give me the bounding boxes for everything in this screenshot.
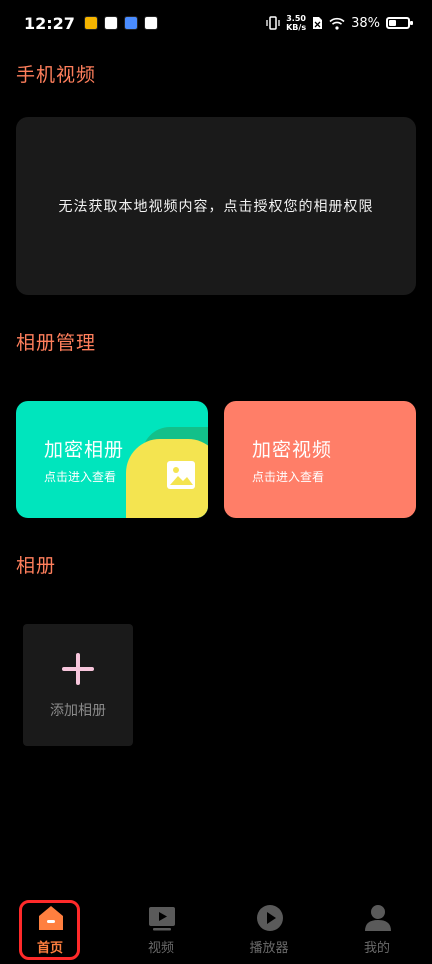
section-title-phone-videos: 手机视频: [16, 64, 97, 86]
network-speed-value: 3.50: [286, 14, 306, 23]
encrypted-video-subtitle: 点击进入查看: [252, 470, 325, 484]
nav-item-player[interactable]: 播放器: [229, 896, 309, 964]
vibrate-icon: [266, 16, 280, 30]
video-icon: [149, 907, 175, 931]
nav-label-player: 播放器: [249, 941, 289, 956]
status-time: 12:27: [24, 14, 75, 33]
battery-percent: 38%: [351, 15, 380, 31]
player-icon: [257, 905, 283, 931]
nav-label-profile: 我的: [363, 941, 390, 956]
app-notification-icon: [84, 16, 98, 30]
nav-item-video[interactable]: 视频: [121, 896, 201, 964]
app-screen: 12:27 3.50 KB/s 38% 手机视频 无法获取本地视频内容，点击授权…: [0, 0, 432, 964]
notification-icons: [84, 16, 158, 30]
encrypted-video-title: 加密视频: [252, 439, 333, 461]
add-album-label: 添加相册: [50, 703, 106, 719]
nav-label-home: 首页: [36, 941, 63, 956]
home-icon: [39, 906, 63, 930]
app-notification-icon: [104, 16, 118, 30]
network-speed-unit: KB/s: [286, 23, 307, 32]
plus-icon: [62, 653, 94, 685]
grant-permission-card[interactable]: 无法获取本地视频内容，点击授权您的相册权限: [16, 117, 416, 295]
status-bar: 12:27 3.50 KB/s 38%: [0, 0, 432, 52]
nav-item-home[interactable]: 首页: [10, 896, 90, 964]
battery-icon: [386, 17, 413, 29]
status-right: 3.50 KB/s 38%: [266, 14, 413, 32]
section-title-album-management: 相册管理: [16, 332, 97, 354]
encrypted-video-card[interactable]: 加密视频 点击进入查看: [224, 401, 416, 518]
section-title-albums: 相册: [16, 555, 57, 577]
profile-icon: [365, 905, 391, 931]
wifi-icon: [329, 17, 345, 30]
permission-message: 无法获取本地视频内容，点击授权您的相册权限: [58, 199, 374, 215]
network-speed: 3.50 KB/s: [286, 14, 306, 32]
nav-item-profile[interactable]: 我的: [337, 896, 417, 964]
encrypted-album-title: 加密相册: [44, 439, 125, 461]
bottom-nav: 首页 视频 播放器 我的: [0, 896, 432, 964]
nav-label-video: 视频: [147, 941, 174, 956]
app-notification-icon: [144, 16, 158, 30]
no-sim-icon: [313, 17, 323, 29]
encrypted-album-card[interactable]: 加密相册 点击进入查看: [16, 401, 208, 518]
encrypted-album-subtitle: 点击进入查看: [44, 470, 117, 484]
image-icon: [167, 461, 195, 489]
app-notification-icon: [124, 16, 138, 30]
add-album-button[interactable]: 添加相册: [23, 624, 133, 746]
